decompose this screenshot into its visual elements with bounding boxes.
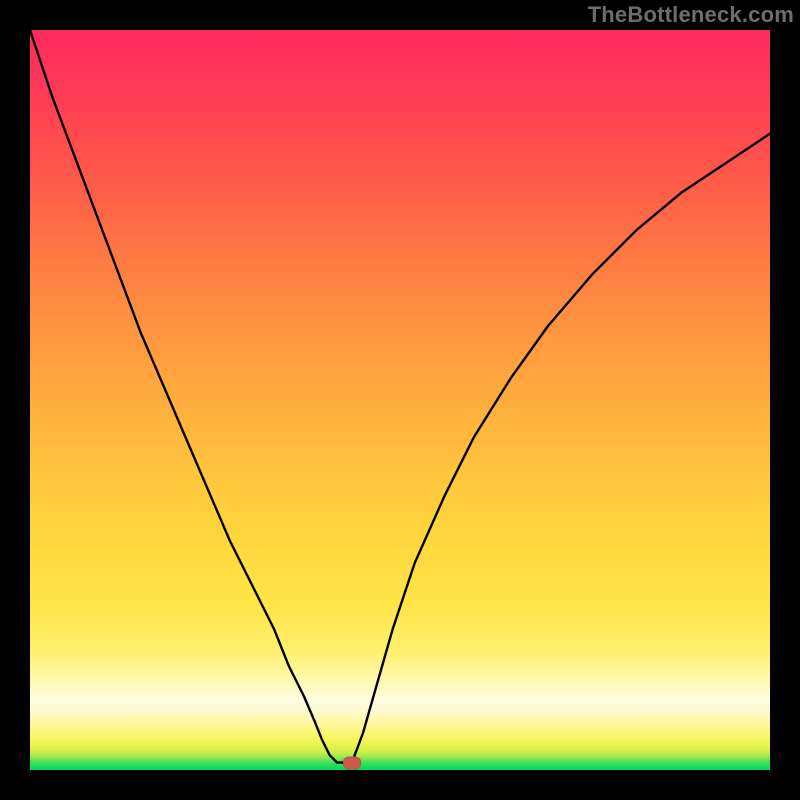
min-marker (343, 756, 361, 769)
bottleneck-curve (30, 30, 770, 770)
chart-frame: TheBottleneck.com (0, 0, 800, 800)
plot-area (30, 30, 770, 770)
watermark-text: TheBottleneck.com (588, 2, 794, 28)
